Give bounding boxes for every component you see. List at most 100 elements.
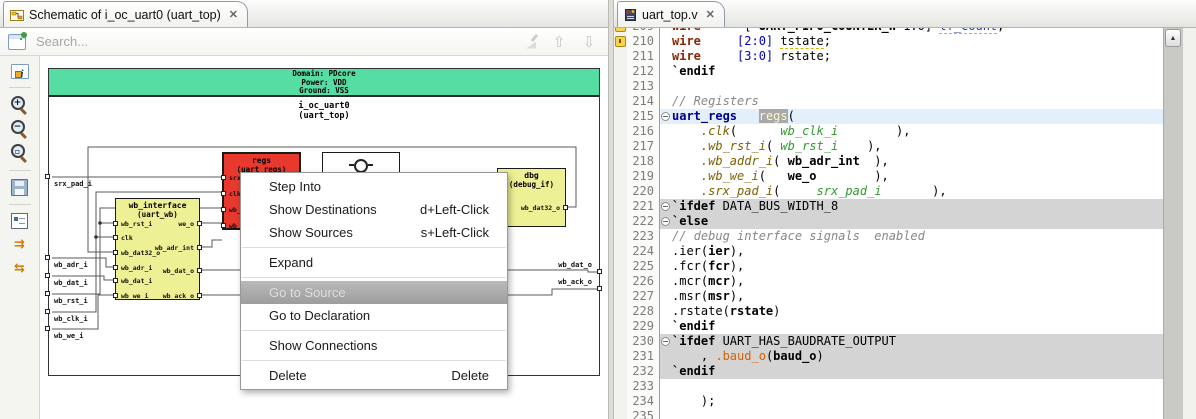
menu-item-show-sources[interactable]: Show Sources s+Left-Click [241, 221, 507, 244]
code-text[interactable]: // debug interface signals enabled [672, 229, 1163, 244]
code-line-body[interactable]: `else [659, 214, 1163, 229]
code-text[interactable]: ); [672, 394, 1163, 409]
gutter-marker-bar[interactable] [614, 304, 627, 319]
code-text[interactable]: uart_regs regs( [672, 109, 1163, 124]
code-line-body[interactable]: , .baud_o(baud_o) [659, 349, 1163, 364]
zoom-in-icon[interactable] [10, 96, 29, 114]
code-line-body[interactable]: ); [659, 394, 1163, 409]
gutter-marker-bar[interactable] [614, 199, 627, 214]
code-line-body[interactable]: // Registers [659, 94, 1163, 109]
code-text[interactable]: .mcr(mcr), [672, 274, 1163, 289]
code-text[interactable]: // Registers [672, 94, 1163, 109]
code-text[interactable]: `else [672, 214, 1163, 229]
gutter-marker-bar[interactable] [614, 49, 627, 64]
window-info-icon[interactable] [10, 64, 29, 80]
gutter-marker-bar[interactable] [614, 379, 627, 394]
code-text[interactable] [672, 409, 1163, 419]
menu-item-expand[interactable]: Expand [241, 251, 507, 274]
code-line-body[interactable]: `ifdef DATA_BUS_WIDTH_8 [659, 199, 1163, 214]
code-line-body[interactable]: .fcr(fcr), [659, 259, 1163, 274]
code-line-body[interactable] [659, 409, 1163, 419]
gutter-marker-bar[interactable] [614, 94, 627, 109]
gutter-marker-bar[interactable] [614, 79, 627, 94]
code-text[interactable]: `ifdef DATA_BUS_WIDTH_8 [672, 199, 1163, 214]
overview-ruler[interactable] [1182, 28, 1196, 419]
gutter-marker-bar[interactable] [614, 34, 627, 49]
code-line-body[interactable]: uart_regs regs( [659, 109, 1163, 124]
code-line-body[interactable]: .rstate(rstate) [659, 304, 1163, 319]
close-tab-icon[interactable]: ✕ [229, 8, 238, 21]
save-icon[interactable] [11, 179, 28, 196]
gutter-marker-bar[interactable] [614, 274, 627, 289]
code-text[interactable]: .msr(msr), [672, 289, 1163, 304]
menu-item-show-connections[interactable]: Show Connections [241, 334, 507, 357]
code-text[interactable] [672, 79, 1163, 94]
search-previous-icon[interactable]: ⇧ [548, 33, 570, 51]
clear-search-icon[interactable] [524, 34, 540, 50]
code-text[interactable]: .rstate(rstate) [672, 304, 1163, 319]
gutter-marker-bar[interactable] [614, 139, 627, 154]
gutter-marker-bar[interactable] [614, 394, 627, 409]
gutter-marker-bar[interactable] [614, 244, 627, 259]
code-line-body[interactable]: `endif [659, 64, 1163, 79]
gutter-marker-bar[interactable] [614, 214, 627, 229]
menu-item-go-to-source[interactable]: Go to Source [241, 281, 507, 304]
code-text[interactable]: wire [2:0] tstate; [672, 34, 1163, 49]
code-text[interactable]: .wb_addr_i( wb_adr_int ), [672, 154, 1163, 169]
menu-item-delete[interactable]: Delete Delete [241, 364, 507, 387]
code-line-body[interactable]: .ier(ier), [659, 244, 1163, 259]
code-text[interactable] [672, 379, 1163, 394]
fold-collapse-icon[interactable] [661, 202, 670, 211]
code-line-body[interactable]: `ifdef UART_HAS_BAUDRATE_OUTPUT [659, 334, 1163, 349]
code-line-body[interactable]: wire [2:0] tstate; [659, 34, 1163, 49]
zoom-out-icon[interactable] [10, 120, 29, 138]
zoom-fit-icon[interactable] [10, 144, 29, 162]
code-line-body[interactable]: .srx_pad_i( srx_pad_i ), [659, 184, 1163, 199]
menu-item-go-to-declaration[interactable]: Go to Declaration [241, 304, 507, 327]
scroll-up-button[interactable]: ▲ [1165, 29, 1181, 47]
search-next-icon[interactable]: ⇩ [578, 33, 600, 51]
code-line-body[interactable]: .wb_we_i( we_o ), [659, 169, 1163, 184]
code-text[interactable]: `endif [672, 364, 1163, 379]
new-window-pin-icon[interactable] [8, 31, 27, 50]
code-line-body[interactable]: `endif [659, 364, 1163, 379]
code-line-body[interactable]: .clk( wb_clk_i ), [659, 124, 1163, 139]
code-line-body[interactable]: .msr(msr), [659, 289, 1163, 304]
menu-item-step-into[interactable]: Step Into [241, 175, 507, 198]
menu-item-show-destinations[interactable]: Show Destinations d+Left-Click [241, 198, 507, 221]
fold-collapse-icon[interactable] [661, 217, 670, 226]
fold-collapse-icon[interactable] [661, 337, 670, 346]
code-text[interactable]: `ifdef UART_HAS_BAUDRATE_OUTPUT [672, 334, 1163, 349]
filter-options-icon[interactable] [11, 213, 28, 229]
block-wb-interface[interactable]: wb_interface (uart_wb) wb_rst_i clk wb_dat32… [113, 198, 202, 300]
code-text[interactable]: .fcr(fcr), [672, 259, 1163, 274]
gutter-marker-bar[interactable] [614, 184, 627, 199]
code-line-body[interactable]: .wb_addr_i( wb_adr_int ), [659, 154, 1163, 169]
code-text[interactable]: .ier(ier), [672, 244, 1163, 259]
gutter-marker-bar[interactable] [614, 124, 627, 139]
code-text[interactable]: .wb_rst_i( wb_rst_i ), [672, 139, 1163, 154]
gutter-marker-bar[interactable] [614, 409, 627, 419]
code-text[interactable]: .wb_we_i( we_o ), [672, 169, 1163, 184]
code-line-body[interactable]: .mcr(mcr), [659, 274, 1163, 289]
gutter-marker-bar[interactable] [614, 349, 627, 364]
code-line-body[interactable] [659, 79, 1163, 94]
code-text[interactable]: .clk( wb_clk_i ), [672, 124, 1163, 139]
code-text[interactable]: .srx_pad_i( srx_pad_i ), [672, 184, 1163, 199]
code-line-body[interactable]: // debug interface signals enabled [659, 229, 1163, 244]
close-tab-icon[interactable]: ✕ [706, 8, 715, 21]
code-line-body[interactable]: .wb_rst_i( wb_rst_i ), [659, 139, 1163, 154]
gutter-marker-bar[interactable] [614, 259, 627, 274]
code-line-body[interactable]: `endif [659, 319, 1163, 334]
gutter-marker-bar[interactable] [614, 229, 627, 244]
gutter-marker-bar[interactable] [614, 109, 627, 124]
gutter-marker-bar[interactable] [614, 289, 627, 304]
trace-arrows-icon[interactable] [11, 235, 29, 253]
tab-uart-top-v[interactable]: uart_top.v ✕ [617, 1, 725, 27]
code-line-body[interactable]: wire [3:0] rstate; [659, 49, 1163, 64]
gutter-marker-bar[interactable] [614, 319, 627, 334]
swap-refresh-icon[interactable] [11, 259, 29, 277]
code-text[interactable]: `endif [672, 64, 1163, 79]
gutter-marker-bar[interactable] [614, 334, 627, 349]
schematic-canvas[interactable]: Domain: PDcore Power: VDD Ground: VSS i_… [40, 56, 608, 419]
